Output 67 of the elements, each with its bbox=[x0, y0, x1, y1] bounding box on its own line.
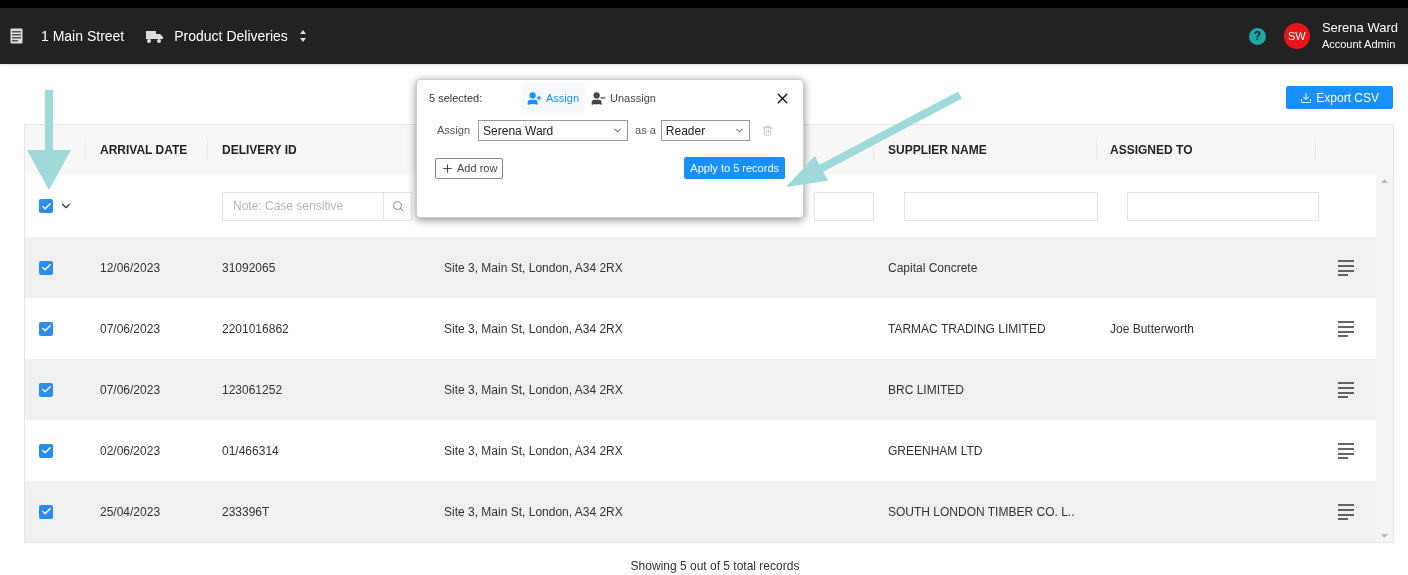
table-row[interactable]: 12/06/2023 31092065 Site 3, Main St, London, A34 2RX Capital Concrete bbox=[25, 237, 1376, 298]
tab[interactable]: Unassign bbox=[585, 83, 662, 113]
table-cell-text: 31092065 bbox=[221, 259, 277, 277]
menu-icon[interactable] bbox=[1337, 319, 1355, 338]
checkbox[interactable] bbox=[39, 382, 53, 397]
filter-field[interactable] bbox=[814, 191, 874, 221]
table-cell-text: 02/06/2023 bbox=[99, 442, 162, 460]
table-cell-text: Joe Butterworth bbox=[1109, 320, 1196, 338]
table-row[interactable]: 25/04/2023 233396T Site 3, Main St, London, A34 2RX SOUTH LONDON TIMBER CO. L.. bbox=[25, 481, 1376, 542]
table-cell-text: GREENHAM LTD bbox=[887, 442, 984, 460]
table-cell-text: Capital Concrete bbox=[887, 259, 979, 277]
checkbox[interactable] bbox=[39, 199, 53, 213]
column-header[interactable]: ASSIGNED TO bbox=[1097, 141, 1316, 159]
table-cell-text: 07/06/2023 bbox=[99, 320, 162, 338]
menu-icon[interactable] bbox=[1337, 258, 1355, 277]
scroll-up-icon[interactable] bbox=[1381, 179, 1388, 183]
column-header[interactable]: ARRIVAL DATE bbox=[86, 141, 208, 159]
table-cell-text: 2201016862 bbox=[221, 320, 290, 338]
table-cell-text: 12/06/2023 bbox=[99, 259, 162, 277]
user-name: Serena Ward bbox=[1321, 20, 1398, 36]
menu-icon[interactable] bbox=[1337, 441, 1355, 460]
filter-field[interactable]: Note: Case sensitive bbox=[222, 191, 384, 221]
as-label: as a bbox=[635, 123, 656, 139]
table-cell-text: SOUTH LONDON TIMBER CO. L.. bbox=[887, 503, 1076, 521]
filter-field[interactable] bbox=[904, 191, 1098, 221]
table-cell-text: TARMAC TRADING LIMITED bbox=[887, 320, 1047, 338]
download-icon bbox=[1300, 91, 1313, 104]
plus-icon bbox=[441, 161, 454, 175]
user-role: Account Admin bbox=[1321, 37, 1396, 52]
table-cell-text: BRC LIMITED bbox=[887, 381, 965, 399]
table-cell-text: 01/466314 bbox=[221, 442, 280, 460]
checkbox[interactable] bbox=[39, 443, 53, 458]
checkbox[interactable] bbox=[39, 321, 53, 336]
checkbox[interactable] bbox=[39, 504, 53, 519]
filter-field[interactable] bbox=[1127, 191, 1319, 221]
table-cell-text: 233396T bbox=[221, 503, 271, 521]
checkbox[interactable] bbox=[39, 260, 53, 275]
role-select[interactable]: Reader bbox=[660, 120, 750, 141]
menu-icon[interactable] bbox=[1337, 502, 1355, 521]
scrollbar[interactable] bbox=[1376, 175, 1393, 542]
user-select[interactable]: Serena Ward bbox=[478, 120, 629, 141]
table-cell-text: Site 3, Main St, London, A34 2RX bbox=[443, 259, 624, 277]
table-cell-text: 07/06/2023 bbox=[99, 381, 162, 399]
table-cell-text: 123061252 bbox=[221, 381, 284, 399]
table-row[interactable]: 07/06/2023 123061252 Site 3, Main St, London, A34 2RX BRC LIMITED bbox=[25, 359, 1376, 420]
avatar[interactable]: SW bbox=[1283, 23, 1310, 49]
module-name[interactable]: Product Deliveries bbox=[174, 25, 288, 47]
search-button[interactable] bbox=[384, 191, 412, 221]
scroll-down-icon[interactable] bbox=[1381, 534, 1388, 538]
user-minus-icon bbox=[591, 90, 607, 106]
table-cell-text: Site 3, Main St, London, A34 2RX bbox=[443, 503, 624, 521]
menu-icon[interactable] bbox=[1337, 380, 1355, 399]
selected-count: 5 selected: bbox=[429, 90, 484, 106]
table-cell-text: Site 3, Main St, London, A34 2RX bbox=[443, 320, 624, 338]
document-icon bbox=[10, 28, 23, 44]
table-cell-text: Site 3, Main St, London, A34 2RX bbox=[443, 442, 624, 460]
truck-icon bbox=[146, 29, 164, 43]
sort-icon[interactable] bbox=[299, 30, 306, 42]
search-icon bbox=[391, 200, 404, 212]
help-icon[interactable]: ? bbox=[1248, 27, 1266, 45]
user-plus-icon bbox=[527, 90, 542, 106]
table-cell-text: Site 3, Main St, London, A34 2RX bbox=[443, 381, 624, 399]
assign-label: Assign bbox=[437, 123, 471, 139]
table-cell-text: 25/04/2023 bbox=[99, 503, 162, 521]
add-row-button[interactable]: Add row bbox=[435, 157, 504, 179]
location-name[interactable]: 1 Main Street bbox=[41, 25, 125, 47]
records-count: Showing 5 out of 5 total records bbox=[630, 558, 800, 575]
